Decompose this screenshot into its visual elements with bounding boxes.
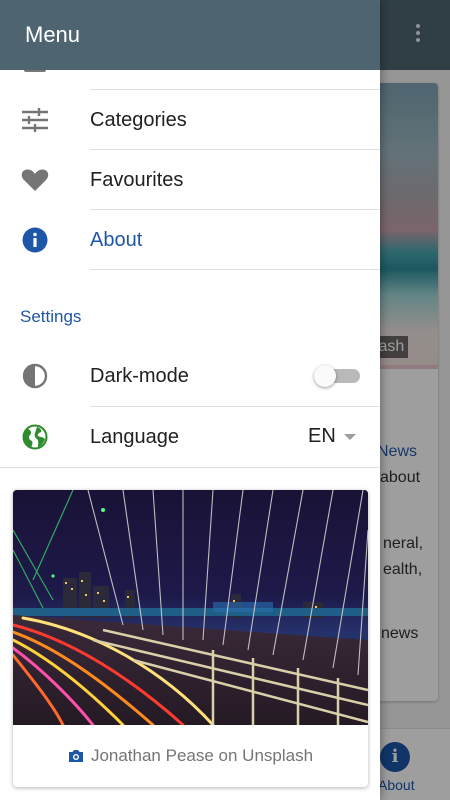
setting-label: Dark-mode (90, 365, 189, 387)
globe-icon (20, 424, 50, 450)
language-select[interactable]: EN (308, 425, 364, 451)
menu-item-label: About (90, 229, 143, 251)
info-icon (20, 227, 50, 253)
settings-section-header: Settings (20, 307, 82, 326)
dropdown-arrow-icon (344, 434, 356, 440)
photo-credit[interactable]: Jonathan Pease on Unsplash (13, 725, 368, 787)
navigation-drawer: Menu Categories Favourites About Setting… (0, 0, 380, 800)
menu-item-favourites[interactable]: Favourites (0, 150, 380, 210)
menu-item-label: Categories (90, 109, 187, 131)
language-value: EN (308, 425, 336, 447)
tune-icon (20, 107, 50, 133)
bridge-night-photo (13, 490, 368, 725)
heart-icon (20, 167, 50, 193)
contrast-icon (20, 363, 50, 389)
photo-credit-text: Jonathan Pease on Unsplash (90, 746, 314, 765)
drawer-photo-card: Jonathan Pease on Unsplash (13, 490, 368, 787)
dark-mode-toggle[interactable] (314, 365, 360, 387)
toggle-thumb (314, 365, 336, 387)
setting-label: Language (90, 426, 179, 448)
menu-item-label: Favourites (90, 169, 184, 191)
drawer-title: Menu (25, 22, 81, 47)
divider (0, 467, 380, 468)
menu-item-about[interactable]: About (0, 210, 380, 270)
camera-icon (68, 749, 84, 763)
drawer-header: Menu (0, 0, 380, 70)
divider (90, 269, 380, 270)
menu-item-categories[interactable]: Categories (0, 90, 380, 150)
